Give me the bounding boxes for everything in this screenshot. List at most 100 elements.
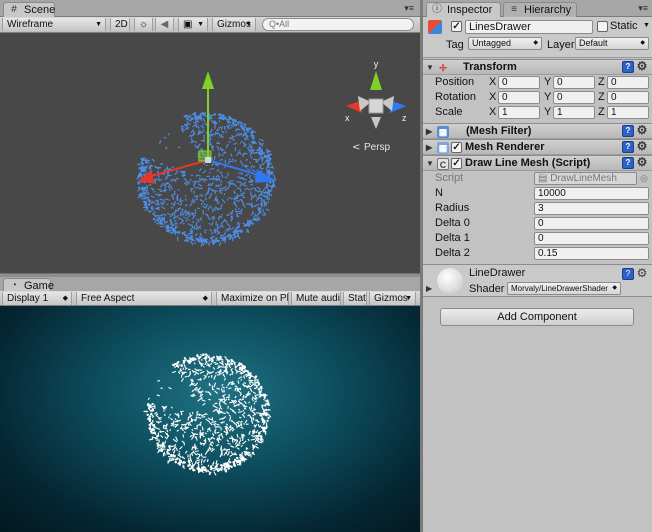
axis-z-label: Z <box>598 91 605 103</box>
transform-header[interactable]: ▼ ✢ Transform ? ⚙ <box>423 59 652 75</box>
stats-toggle[interactable]: Stats <box>343 292 367 305</box>
tag-dropdown[interactable]: Untagged ◆ <box>468 37 542 50</box>
orient-y-label: y <box>374 59 379 69</box>
orientation-gizmo[interactable]: y x z <box>345 59 407 129</box>
scale-x-field[interactable]: 1 <box>498 106 540 119</box>
mesh-line-segment <box>240 192 246 195</box>
foldout-collapsed-icon[interactable]: ▶ <box>426 284 432 293</box>
game-viewport[interactable] <box>0 306 420 532</box>
tab-hierarchy[interactable]: ≡ Hierarchy <box>503 2 577 17</box>
mesh-renderer-header[interactable]: ▶ ▦ ✓ Mesh Renderer ? ⚙ <box>423 139 652 155</box>
chevron-down-icon[interactable]: ▼ <box>643 22 650 29</box>
field-input-radius[interactable]: 3 <box>534 202 649 215</box>
gizmos-dropdown[interactable]: Gizmos ▼ <box>212 18 256 31</box>
scene-canvas[interactable]: y x z < Persp <box>0 33 420 273</box>
field-input-delta-2[interactable]: 0.15 <box>534 247 649 260</box>
mesh-line-segment <box>216 232 220 235</box>
mesh-line-segment <box>210 167 215 170</box>
mesh-filter-header[interactable]: ▶ ▦ (Mesh Filter) ? ⚙ <box>423 123 652 139</box>
toggle-2d-button[interactable]: 2D <box>110 18 130 31</box>
draw-mode-dropdown[interactable]: Wireframe ▼ <box>2 18 106 31</box>
field-input-delta-0[interactable]: 0 <box>534 217 649 230</box>
mesh-rim-point <box>146 413 149 416</box>
mesh-line-segment <box>181 440 184 443</box>
field-input-delta-1[interactable]: 0 <box>534 232 649 245</box>
scale-z-field[interactable]: 1 <box>607 106 649 119</box>
mesh-rim-point <box>170 231 173 234</box>
mesh-line-segment <box>200 202 203 206</box>
draw-line-mesh-header[interactable]: ▼ C ✓ Draw Line Mesh (Script) ? ⚙ <box>423 155 652 171</box>
position-y-value: 0 <box>557 77 563 88</box>
gear-icon[interactable]: ⚙ <box>636 60 648 73</box>
help-book-icon[interactable]: ? <box>622 61 634 73</box>
foldout-expanded-icon[interactable]: ▼ <box>426 60 434 75</box>
position-x-field[interactable]: 0 <box>498 76 540 89</box>
rotation-x-field[interactable]: 0 <box>498 91 540 104</box>
effects-dropdown[interactable]: ▣ ▼ <box>178 18 208 31</box>
gear-icon[interactable]: ⚙ <box>636 156 648 169</box>
object-name-field[interactable]: LinesDrawer <box>465 20 593 34</box>
mute-audio-toggle[interactable]: Mute audio <box>291 292 341 305</box>
foldout-collapsed-icon[interactable]: ▶ <box>426 140 432 155</box>
gear-icon[interactable]: ⚙ <box>636 267 648 280</box>
scene-viewport[interactable]: y x z < Persp <box>0 33 420 273</box>
search-input[interactable]: Q•All <box>262 18 414 31</box>
aspect-dropdown[interactable]: Free Aspect ◆ <box>76 292 212 305</box>
gizmo-center-handle[interactable] <box>205 157 211 163</box>
rotation-y-field[interactable]: 0 <box>553 91 595 104</box>
tab-scene[interactable]: # Scene <box>3 2 55 17</box>
orient-x-label: x <box>345 113 350 123</box>
mesh-rim-point <box>197 470 201 473</box>
layer-dropdown[interactable]: Default ◆ <box>575 37 649 50</box>
maximize-on-play-toggle[interactable]: Maximize on Play <box>216 292 289 305</box>
persp-label[interactable]: Persp <box>364 142 391 153</box>
display-dropdown[interactable]: Display 1 ◆ <box>2 292 72 305</box>
audio-toggle[interactable]: ◀ <box>155 18 174 31</box>
mesh-line-segment <box>252 413 256 417</box>
help-book-icon[interactable]: ? <box>622 125 634 137</box>
gizmo-y-handle[interactable] <box>202 71 214 89</box>
draw-line-mesh-enabled-checkbox[interactable]: ✓ <box>451 158 462 169</box>
rotation-z-field[interactable]: 0 <box>607 91 649 104</box>
mesh-line-segment <box>203 375 207 377</box>
panel-menu-icon[interactable]: ▾≡ <box>404 3 414 14</box>
mesh-line-segment <box>229 211 233 216</box>
game-toolbar: Display 1 ◆ Free Aspect ◆ Maximize on Pl… <box>0 291 420 306</box>
tab-inspector[interactable]: ⓘ Inspector <box>426 2 501 17</box>
mesh-line-segment <box>272 174 276 180</box>
mesh-rim-point <box>257 381 260 384</box>
mesh-line-segment <box>136 176 140 180</box>
mesh-line-segment <box>208 195 212 200</box>
object-active-checkbox[interactable]: ✓ <box>451 21 462 32</box>
scale-y-field[interactable]: 1 <box>553 106 595 119</box>
foldout-collapsed-icon[interactable]: ▶ <box>426 124 432 139</box>
mesh-line-segment <box>229 454 233 457</box>
field-input-n[interactable]: 10000 <box>534 187 649 200</box>
gear-icon[interactable]: ⚙ <box>636 140 648 153</box>
mesh-renderer-enabled-checkbox[interactable]: ✓ <box>451 142 462 153</box>
position-y-field[interactable]: 0 <box>553 76 595 89</box>
mesh-line-segment <box>234 440 239 445</box>
foldout-expanded-icon[interactable]: ▼ <box>426 156 434 171</box>
mesh-line-segment <box>237 390 242 395</box>
mesh-line-segment <box>231 138 236 141</box>
orient-center-cube[interactable] <box>368 98 384 114</box>
panel-menu-icon[interactable]: ▾≡ <box>638 3 648 14</box>
mesh-line-segment <box>239 140 243 144</box>
lighting-toggle[interactable]: ☼ <box>134 18 153 31</box>
orient-y-cone[interactable] <box>370 71 382 90</box>
mesh-line-segment <box>227 382 230 387</box>
help-book-icon[interactable]: ? <box>622 157 634 169</box>
gear-icon[interactable]: ⚙ <box>636 124 648 137</box>
position-z-field[interactable]: 0 <box>607 76 649 89</box>
help-book-icon[interactable]: ? <box>622 141 634 153</box>
add-component-button[interactable]: Add Component <box>440 308 634 326</box>
help-book-icon[interactable]: ? <box>622 268 634 280</box>
mesh-line-segment <box>254 142 258 145</box>
mesh-rim-point <box>263 154 267 157</box>
game-gizmos-dropdown[interactable]: Gizmos ▼ <box>369 292 416 305</box>
static-checkbox[interactable] <box>597 21 608 32</box>
mesh-rim-point <box>258 432 261 435</box>
mesh-line-segment <box>203 376 207 380</box>
shader-dropdown[interactable]: Morvaly/LineDrawerShader ◆ <box>507 282 621 295</box>
